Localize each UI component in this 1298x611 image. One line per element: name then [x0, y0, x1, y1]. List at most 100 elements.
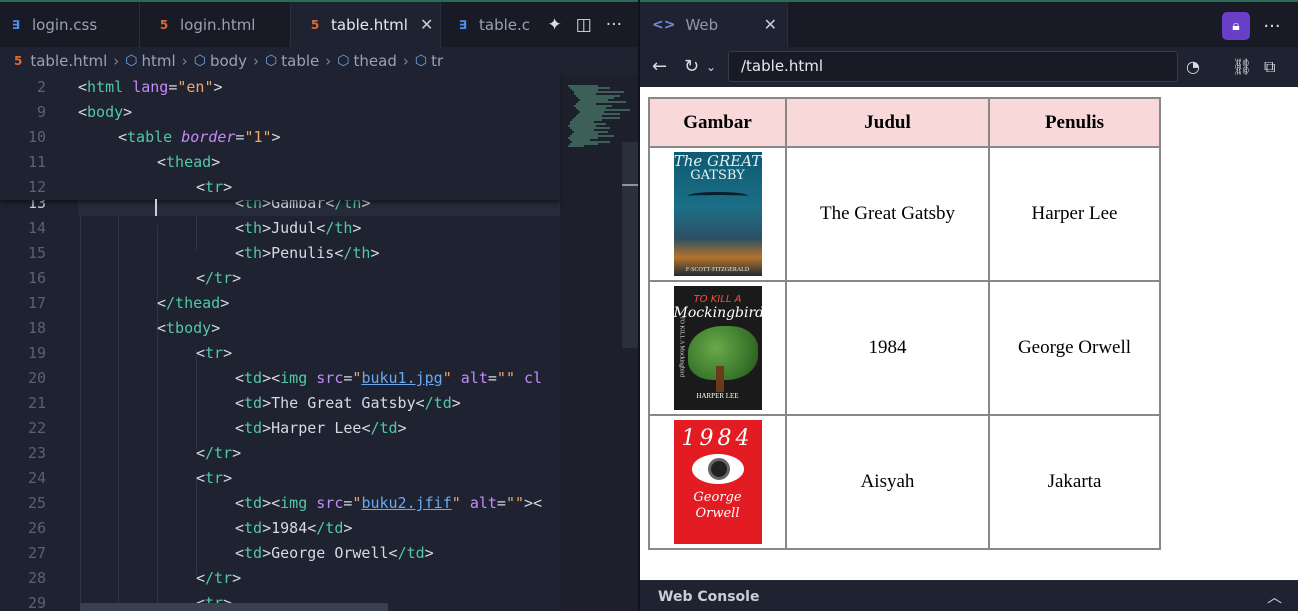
line-number: 11 — [27, 153, 46, 171]
more-actions-icon[interactable]: ··· — [606, 15, 622, 35]
table-cell: Jakarta — [989, 415, 1160, 549]
element-icon: ⬡ — [337, 53, 350, 69]
breadcrumb-item[interactable]: html — [142, 52, 176, 70]
chevron-up-icon[interactable]: ︿ — [1267, 586, 1282, 607]
chevron-right-icon: › — [113, 52, 120, 70]
cover-cell: 1984 George Orwell — [649, 415, 786, 549]
close-icon[interactable]: ✕ — [764, 15, 777, 34]
line-number: 14 — [27, 219, 46, 237]
code-line[interactable]: </tr> — [196, 266, 241, 291]
code-line[interactable]: <html lang="en"> — [78, 75, 223, 100]
code-line[interactable]: <td>1984</td> — [235, 516, 352, 541]
css-file-icon: ∃ — [11, 17, 21, 32]
speedometer-icon[interactable]: ◔ — [1186, 55, 1200, 79]
code-area[interactable]: 13 <th>Gambar</th> 14 <th>Judul</th> 15 <th>P… — [0, 75, 560, 611]
back-arrow-icon[interactable]: ← — [652, 55, 667, 79]
table-cell: 1984 — [786, 281, 989, 415]
horizontal-scrollbar[interactable] — [80, 603, 388, 611]
line-number: 25 — [27, 494, 46, 512]
tab-login-html[interactable]: 5 login.html — [140, 2, 291, 47]
breadcrumb-item[interactable]: body — [210, 52, 247, 70]
code-line[interactable]: <td>Harper Lee</td> — [235, 416, 407, 441]
tab-table-html[interactable]: 5 table.html ✕ — [291, 2, 441, 47]
code-line[interactable]: <tr> — [196, 466, 232, 491]
chevron-right-icon: › — [253, 52, 260, 70]
cover-title: 1984 — [681, 426, 754, 451]
code-line[interactable]: <td><img src="buku1.jpg" alt="" cl — [235, 366, 542, 391]
code-line[interactable]: <body> — [78, 100, 132, 125]
code-line[interactable]: <th>Judul</th> — [235, 216, 361, 241]
table-row: The GREAT GATSBY F·SCOTT·FITZGERALD The … — [649, 147, 1160, 281]
browser-toolbar: ← ↻ ⌄ /table.html ◔ ⛓ ⧉ — [640, 47, 1298, 87]
line-number: 19 — [27, 344, 46, 362]
cover-author: F·SCOTT·FITZGERALD — [685, 267, 750, 273]
tab-label: table.html — [331, 15, 408, 34]
breadcrumb-item[interactable]: table — [281, 52, 319, 70]
vertical-scrollbar[interactable] — [622, 142, 638, 348]
cover-spine-text: TO KILL A Mockingbird — [678, 315, 685, 377]
tab-label: login.html — [180, 15, 256, 34]
code-line[interactable]: <tbody> — [157, 316, 220, 341]
sparkle-icon[interactable]: ✦ — [547, 15, 561, 35]
line-number: 28 — [27, 569, 46, 587]
breadcrumb-item[interactable]: table.html — [30, 52, 107, 70]
web-preview-panel: <> Web ✕ 🔒︎ ··· ← ↻ ⌄ /table.html ◔ ⛓ ⧉ … — [640, 0, 1298, 611]
table-header-row: Gambar Judul Penulis — [649, 98, 1160, 147]
chevron-down-icon[interactable]: ⌄ — [706, 55, 716, 79]
cover-cell: The GREAT GATSBY F·SCOTT·FITZGERALD — [649, 147, 786, 281]
line-number: 16 — [27, 269, 46, 287]
breadcrumb-item[interactable]: tr — [431, 52, 443, 70]
chevron-right-icon: › — [181, 52, 188, 70]
cover-author: George Orwell — [693, 490, 742, 521]
code-editor: ∃ login.css 5 login.html 5 table.html ✕ … — [0, 0, 638, 611]
table-cell: Aisyah — [786, 415, 989, 549]
code-line[interactable]: <td>George Orwell</td> — [235, 541, 434, 566]
tab-label: table.c — [479, 15, 531, 34]
line-number: 12 — [27, 178, 46, 196]
tab-table-css[interactable]: ∃ table.c — [441, 2, 531, 47]
close-icon[interactable]: ✕ — [420, 15, 433, 34]
tab-web[interactable]: <> Web ✕ — [640, 2, 788, 47]
more-actions-icon[interactable]: ··· — [1258, 12, 1286, 40]
line-number: 23 — [27, 444, 46, 462]
reload-icon[interactable]: ↻ — [684, 55, 699, 79]
code-line[interactable]: <thead> — [157, 150, 220, 175]
table-row: TO KILL A Mockingbird TO KILL A Mockingb… — [649, 281, 1160, 415]
element-icon: ⬡ — [125, 53, 138, 69]
books-table: Gambar Judul Penulis The GREAT GATSBY F·… — [648, 97, 1161, 550]
page-viewport: Gambar Judul Penulis The GREAT GATSBY F·… — [640, 87, 1298, 580]
code-line[interactable]: <td>The Great Gatsby</td> — [235, 391, 461, 416]
tab-login-css[interactable]: ∃ login.css — [0, 2, 140, 47]
code-line[interactable]: <tr> — [196, 175, 232, 200]
code-line[interactable]: </tr> — [196, 566, 241, 591]
code-line[interactable]: </tr> — [196, 441, 241, 466]
element-icon: ⬡ — [193, 53, 206, 69]
link-icon[interactable]: ⛓ — [1232, 55, 1252, 79]
editor-tab-bar: ∃ login.css 5 login.html 5 table.html ✕ … — [0, 0, 638, 47]
code-line[interactable]: <table border="1"> — [118, 125, 281, 150]
table-row: 1984 George Orwell Aisyah Jakarta — [649, 415, 1160, 549]
line-number: 2 — [36, 78, 46, 96]
open-external-icon[interactable]: ⧉ — [1264, 55, 1275, 79]
breadcrumb-item[interactable]: thead — [354, 52, 397, 70]
code-line[interactable]: <th>Penulis</th> — [235, 241, 380, 266]
cover-title: TO KILL A — [693, 294, 742, 305]
book-cover-image: 1984 George Orwell — [673, 420, 762, 544]
element-icon: ⬡ — [265, 53, 278, 69]
lock-icon[interactable]: 🔒︎ — [1222, 12, 1250, 40]
line-number: 24 — [27, 469, 46, 487]
column-header: Gambar — [649, 98, 786, 147]
editor-actions: ✦ ◫ ··· — [547, 2, 638, 47]
html-file-icon: 5 — [159, 17, 169, 32]
code-line[interactable]: <td><img src="buku2.jfif" alt="">< — [235, 491, 542, 516]
split-editor-icon[interactable]: ◫ — [576, 15, 592, 35]
web-console-bar[interactable]: Web Console ︿ — [640, 580, 1298, 611]
code-line[interactable]: <tr> — [196, 341, 232, 366]
chevron-right-icon: › — [325, 52, 332, 70]
line-number: 15 — [27, 244, 46, 262]
line-number: 22 — [27, 419, 46, 437]
book-cover-image: The GREAT GATSBY F·SCOTT·FITZGERALD — [673, 152, 762, 276]
code-line[interactable]: </thead> — [157, 291, 229, 316]
url-bar[interactable]: /table.html — [728, 51, 1178, 82]
cover-author: HARPER LEE — [696, 392, 739, 400]
